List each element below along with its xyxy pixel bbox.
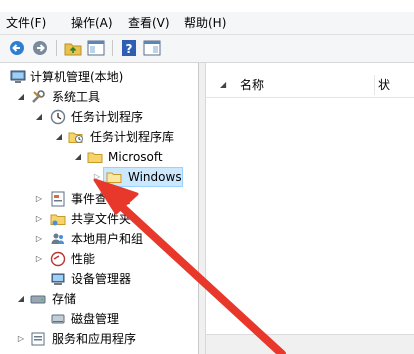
menu-file[interactable]: 文件(F)	[6, 15, 46, 31]
navigation-tree: 计算机管理(本地) ◢ 系统工具 ◢ 任务计划程序 ◢ 任务计划程序库 ◢ Mi…	[0, 63, 199, 354]
tree-item-label: 事件查看器	[71, 192, 132, 206]
shared-folder-icon	[50, 211, 66, 227]
computer-management-icon	[10, 69, 26, 85]
tree-item-label: Microsoft	[108, 150, 163, 164]
services-icon	[30, 331, 46, 347]
collapsed-arrow-icon[interactable]: ▷	[16, 329, 26, 349]
disk-icon	[50, 311, 66, 327]
tree-item-label: 系统工具	[52, 90, 101, 104]
tree-item-label: 计算机管理(本地)	[30, 70, 124, 84]
forward-arrow-icon[interactable]	[31, 39, 49, 57]
performance-icon	[50, 251, 66, 267]
tree-item-performance[interactable]: ▷ 性能	[0, 249, 198, 269]
toolbar-separator	[112, 40, 113, 56]
tree-item-event-viewer[interactable]: ▷ 事件查看器	[0, 189, 198, 209]
menu-action[interactable]: 操作(A)	[71, 15, 113, 31]
tree-item-label: 任务计划程序	[71, 110, 144, 124]
properties-icon[interactable]	[143, 39, 161, 57]
sort-arrow-icon[interactable]: ◢	[220, 76, 226, 94]
tree-item-storage[interactable]: ◢ 存储	[0, 289, 198, 309]
tree-item-label: 服务和应用程序	[52, 332, 137, 346]
expanded-arrow-icon[interactable]: ◢	[73, 147, 83, 167]
tree-item-task-scheduler[interactable]: ◢ 任务计划程序	[0, 107, 198, 127]
tree-item-label: 性能	[71, 252, 96, 266]
collapsed-arrow-icon[interactable]: ▷	[34, 229, 44, 249]
expanded-arrow-icon[interactable]: ◢	[16, 289, 26, 309]
tree-item-services-apps[interactable]: ▷ 服务和应用程序	[0, 329, 198, 349]
collapsed-arrow-icon[interactable]: ▷	[34, 209, 44, 229]
up-folder-icon[interactable]	[64, 39, 82, 57]
tree-item-device-manager[interactable]: 设备管理器	[0, 269, 198, 289]
task-list-pane: ◢ 名称 状	[205, 63, 414, 354]
menu-help[interactable]: 帮助(H)	[184, 15, 226, 31]
tree-item-label: Windows	[128, 170, 182, 184]
tree-item-system-tools[interactable]: ◢ 系统工具	[0, 87, 198, 107]
folder-icon	[87, 149, 103, 165]
tree-item-label: 设备管理器	[71, 272, 132, 286]
folder-clock-icon	[68, 129, 84, 145]
toolbar: ?	[0, 35, 414, 63]
tree-item-windows[interactable]: Windows	[103, 167, 183, 187]
tree-item-shared-folders[interactable]: ▷ 共享文件夹	[0, 209, 198, 229]
show-hide-tree-icon[interactable]	[87, 39, 105, 57]
tree-item-label: 共享文件夹	[71, 212, 132, 226]
tree-item-computer-management[interactable]: 计算机管理(本地)	[0, 67, 198, 87]
tree-item-label: 存储	[52, 292, 77, 306]
clock-icon	[50, 109, 66, 125]
users-icon	[50, 231, 66, 247]
list-header: ◢ 名称 状	[206, 73, 414, 98]
lower-detail-pane	[206, 349, 414, 354]
folder-icon	[106, 169, 122, 185]
back-arrow-icon[interactable]	[8, 39, 26, 57]
tree-item-task-scheduler-library[interactable]: ◢ 任务计划程序库	[0, 127, 198, 147]
tree-item-label: 任务计划程序库	[90, 130, 175, 144]
tree-item-label: 本地用户和组	[71, 232, 144, 246]
collapsed-arrow-icon[interactable]: ▷	[34, 189, 44, 209]
column-header-name[interactable]: 名称	[240, 76, 264, 94]
tree-item-microsoft[interactable]: ◢ Microsoft	[0, 147, 198, 167]
horizontal-scrollbar[interactable]	[206, 334, 414, 349]
collapsed-arrow-icon[interactable]: ▷	[92, 167, 102, 187]
system-tools-icon	[30, 89, 46, 105]
toolbar-separator	[56, 40, 57, 56]
tree-item-local-users-groups[interactable]: ▷ 本地用户和组	[0, 229, 198, 249]
column-divider[interactable]	[374, 75, 375, 95]
expanded-arrow-icon[interactable]: ◢	[54, 127, 64, 147]
expanded-arrow-icon[interactable]: ◢	[34, 107, 44, 127]
menu-view[interactable]: 查看(V)	[128, 15, 170, 31]
expanded-arrow-icon[interactable]: ◢	[16, 87, 26, 107]
svg-text:?: ?	[126, 42, 133, 56]
tree-item-label: 磁盘管理	[71, 312, 120, 326]
collapsed-arrow-icon[interactable]: ▷	[34, 249, 44, 269]
tree-item-disk-management[interactable]: 磁盘管理	[0, 309, 198, 329]
help-icon[interactable]: ?	[120, 39, 138, 57]
column-header-status[interactable]: 状	[378, 76, 390, 94]
device-manager-icon	[50, 271, 66, 287]
menu-bar: 文件(F) 操作(A) 查看(V) 帮助(H)	[0, 12, 414, 35]
event-viewer-icon	[50, 191, 66, 207]
storage-icon	[30, 291, 46, 307]
